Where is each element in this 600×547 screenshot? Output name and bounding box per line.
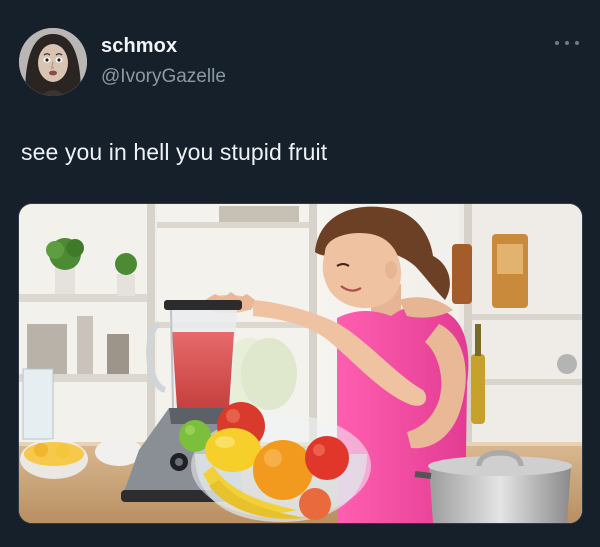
more-dot bbox=[565, 41, 569, 45]
more-options-icon[interactable] bbox=[555, 36, 579, 50]
author-handle[interactable]: @IvoryGazelle bbox=[101, 66, 226, 88]
more-dot bbox=[575, 41, 579, 45]
kitchen-blender-photo bbox=[19, 204, 582, 523]
tweet-media-photo[interactable] bbox=[18, 203, 583, 524]
more-dot bbox=[555, 41, 559, 45]
avatar-image bbox=[19, 28, 87, 96]
tweet-text: see you in hell you stupid fruit bbox=[21, 139, 328, 165]
tweet-card: schmox @IvoryGazelle see you in hell you… bbox=[0, 0, 600, 547]
avatar[interactable] bbox=[19, 28, 87, 96]
author-display-name[interactable]: schmox bbox=[101, 35, 177, 58]
